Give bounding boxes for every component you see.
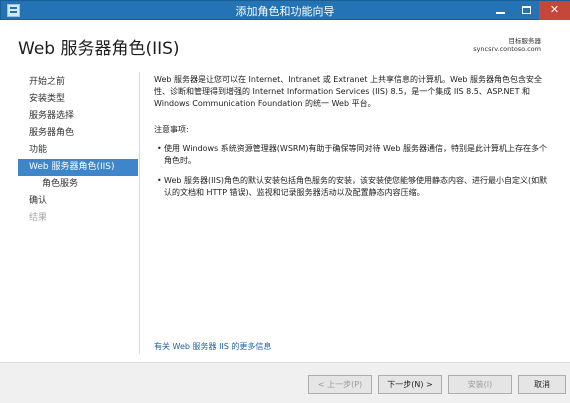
bullet-icon: • xyxy=(157,144,162,153)
nav-item-web-server-role[interactable]: Web 服务器角色(IIS) xyxy=(18,159,138,176)
nav-item-confirmation[interactable]: 确认 xyxy=(18,193,138,210)
nav-item-server-roles[interactable]: 服务器角色 xyxy=(18,125,138,142)
nav-item-features[interactable]: 功能 xyxy=(18,142,138,159)
window-title: 添加角色和功能向导 xyxy=(235,5,335,18)
more-info-link[interactable]: 有关 Web 服务器 IIS 的更多信息 xyxy=(154,341,271,352)
list-item: • 使用 Windows 系统资源管理器(WSRM)有助于确保等同对待 Web … xyxy=(154,143,554,167)
note-default-install: Web 服务器(IIS)角色的默认安装包括角色服务的安装，该安装使您能够使用静态… xyxy=(164,176,548,197)
minimize-button[interactable] xyxy=(487,1,513,20)
content-pane: Web 服务器是让您可以在 Internet、Intranet 或 Extran… xyxy=(154,74,554,199)
bullet-icon: • xyxy=(157,176,162,185)
note-wsrm: 使用 Windows 系统资源管理器(WSRM)有助于确保等同对待 Web 服务… xyxy=(164,144,548,165)
maximize-button[interactable] xyxy=(513,1,539,20)
nav-item-results: 结果 xyxy=(29,213,48,223)
minimize-icon xyxy=(495,12,505,14)
nav-item-server-selection[interactable]: 服务器选择 xyxy=(18,108,138,125)
nav-item-installation-type[interactable]: 安装类型 xyxy=(18,91,138,108)
cancel-button[interactable]: 取消 xyxy=(518,375,566,394)
target-server-label: 目标服务器 xyxy=(508,37,542,45)
title-bar: 添加角色和功能向导 ✕ xyxy=(0,0,570,20)
role-description: Web 服务器是让您可以在 Internet、Intranet 或 Extran… xyxy=(154,75,543,108)
previous-button[interactable]: < 上一步(P) xyxy=(308,375,372,394)
close-icon: ✕ xyxy=(549,3,560,16)
next-button[interactable]: 下一步(N) > xyxy=(378,375,442,394)
install-button[interactable]: 安装(I) xyxy=(448,375,512,394)
target-server-name: syncsrv.contoso.com xyxy=(473,45,541,53)
wizard-footer: < 上一步(P) 下一步(N) > 安装(I) 取消 xyxy=(0,362,570,403)
list-item: • Web 服务器(IIS)角色的默认安装包括角色服务的安装，该安装使您能够使用… xyxy=(154,175,554,199)
maximize-icon xyxy=(521,6,531,14)
wizard-navigation: 开始之前 安装类型 服务器选择 服务器角色 功能 Web 服务器角色(IIS) … xyxy=(18,74,138,354)
page-title: Web 服务器角色(IIS) xyxy=(18,39,180,59)
nav-item-role-services[interactable]: 角色服务 xyxy=(18,176,138,193)
close-button[interactable]: ✕ xyxy=(539,1,570,20)
nav-item-before-you-begin[interactable]: 开始之前 xyxy=(18,74,138,91)
notes-heading: 注意事项: xyxy=(154,125,189,134)
nav-divider xyxy=(139,72,140,354)
